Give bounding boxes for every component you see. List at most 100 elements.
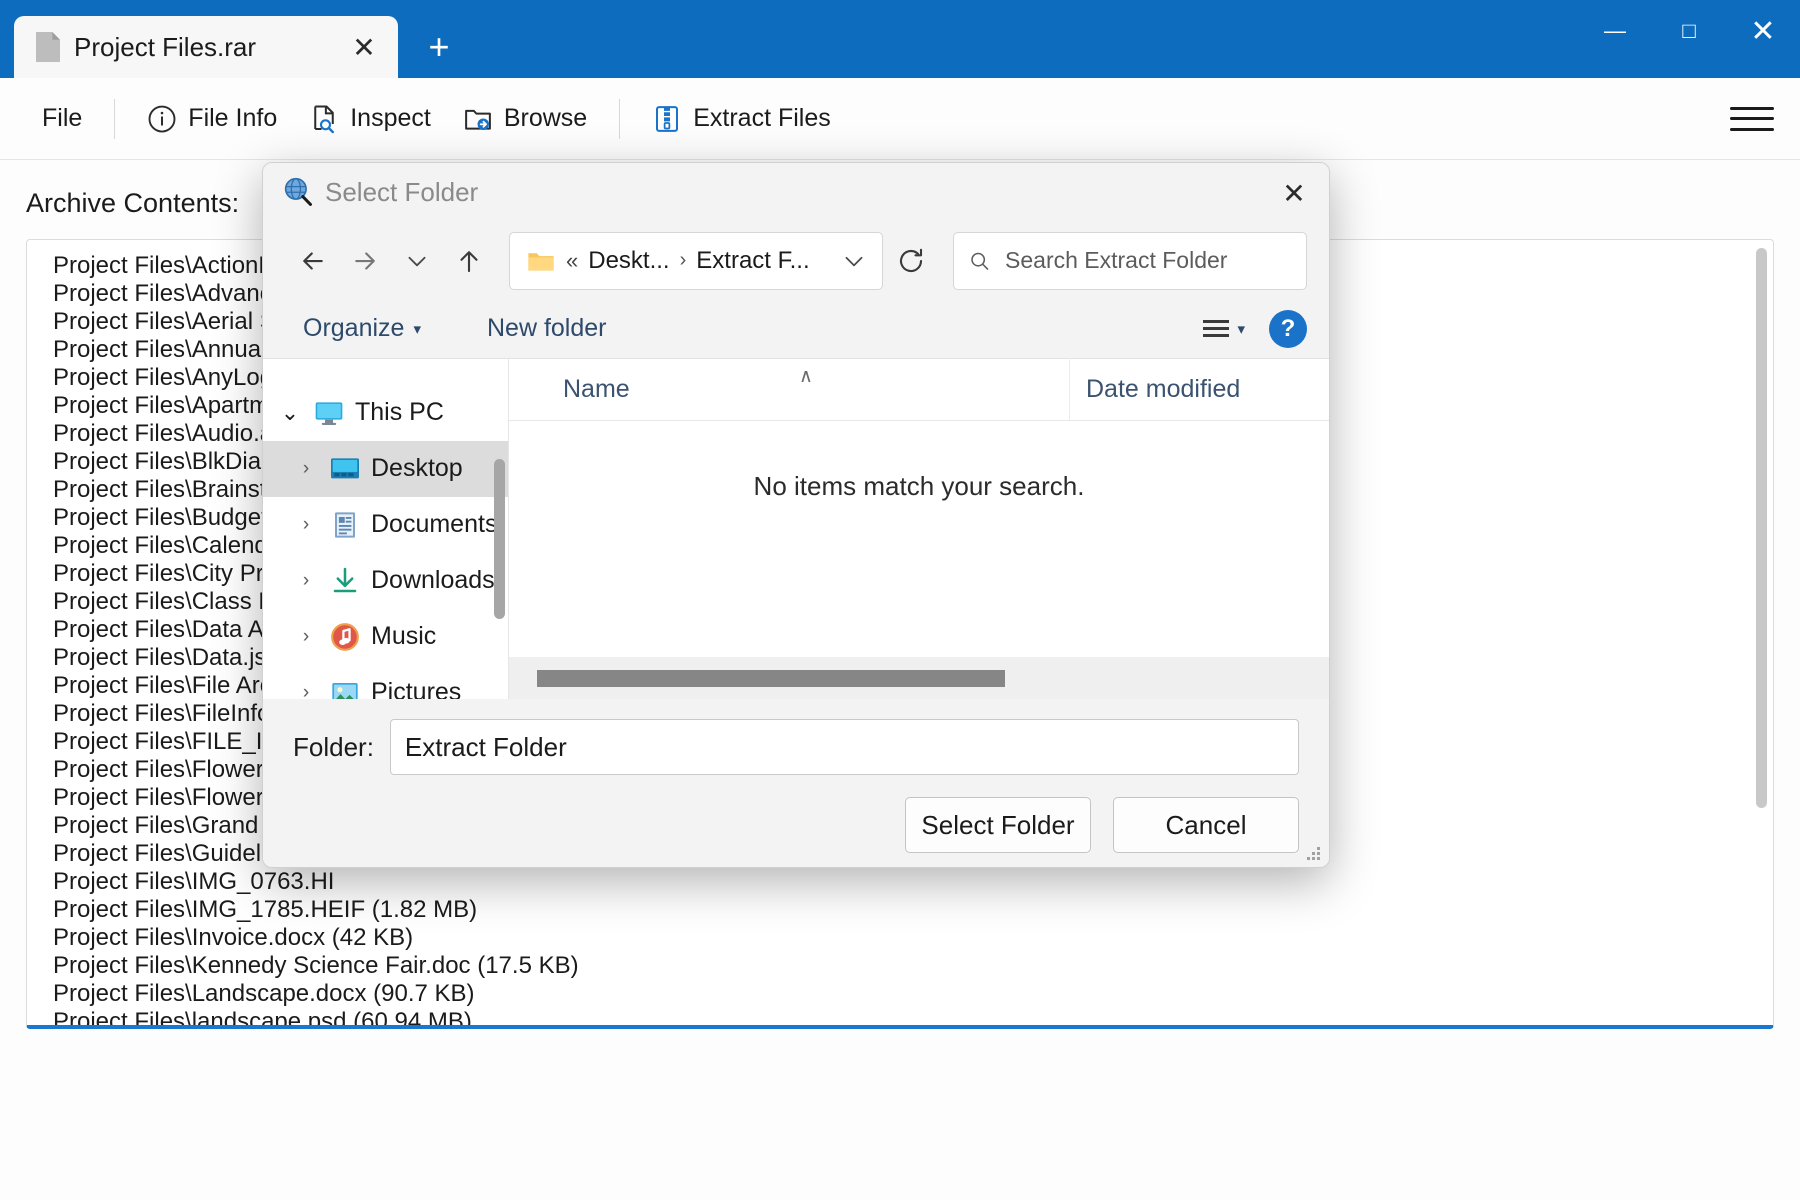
address-bar[interactable]: « Deskt... › Extract F... — [509, 231, 883, 290]
refresh-icon — [899, 248, 923, 272]
chevron-down-icon: ▾ — [1237, 320, 1245, 338]
sidebar-item-desktop[interactable]: › Desktop — [263, 440, 508, 497]
address-dropdown-button[interactable] — [832, 239, 876, 283]
chevron-right-icon[interactable]: › — [293, 626, 319, 648]
chevron-right-icon[interactable]: › — [293, 514, 319, 536]
sidebar-item-pictures[interactable]: › Pictures — [263, 665, 508, 700]
breadcrumb-separator: › — [679, 249, 687, 272]
file-info-label: File Info — [188, 104, 278, 132]
sidebar-item-label: Downloads — [371, 566, 495, 595]
chevron-right-icon[interactable]: › — [293, 458, 319, 480]
sidebar-item-downloads[interactable]: › Downloads — [263, 553, 508, 609]
arrow-left-icon — [303, 252, 323, 270]
select-folder-dialog: Select Folder ✕ « Deskt... › Extract F..… — [262, 162, 1330, 868]
breadcrumb-overflow[interactable]: « — [566, 248, 578, 274]
inspect-button[interactable]: Inspect — [293, 95, 447, 143]
sidebar-item-label: This PC — [355, 398, 444, 427]
archive-file-row[interactable]: Project Files\IMG_0763.HI — [27, 868, 1773, 896]
chevron-down-icon — [845, 256, 863, 266]
scrollbar-thumb[interactable] — [1756, 248, 1767, 808]
tab-project-files[interactable]: Project Files.rar ✕ — [14, 16, 398, 78]
extract-files-button[interactable]: Extract Files — [636, 95, 847, 143]
archive-file-row[interactable]: Project Files\Landscape.docx (90.7 KB) — [27, 980, 1773, 1008]
dialog-navigation-bar: « Deskt... › Extract F... — [263, 221, 1329, 300]
chevron-down-icon: ▾ — [413, 320, 421, 338]
file-list-scrollbar[interactable] — [1756, 248, 1767, 1020]
column-header-date-modified[interactable]: Date modified — [1069, 358, 1241, 421]
horizontal-scrollbar-thumb[interactable] — [537, 669, 1005, 687]
archive-file-row[interactable]: Project Files\landscape.psd (60.94 MB) — [27, 1008, 1773, 1025]
maximize-button[interactable]: □ — [1652, 0, 1726, 62]
cancel-button[interactable]: Cancel — [1113, 797, 1299, 854]
title-bar: Project Files.rar ✕ + — □ ✕ — [0, 0, 1800, 78]
column-date-label: Date modified — [1086, 374, 1241, 403]
search-input[interactable] — [1005, 247, 1292, 275]
file-info-button[interactable]: File Info — [131, 95, 293, 143]
window-controls: — □ ✕ — [1578, 0, 1800, 78]
main-toolbar: File File Info Inspect Browse Extract Fi… — [0, 78, 1800, 160]
recent-locations-button[interactable] — [391, 235, 443, 287]
info-icon — [148, 105, 176, 132]
search-globe-icon — [284, 177, 312, 207]
sidebar-scrollbar-thumb[interactable] — [494, 458, 505, 619]
sidebar-item-this-pc[interactable]: ⌄ This PC — [263, 385, 508, 441]
dialog-close-icon[interactable]: ✕ — [1269, 171, 1319, 215]
extract-files-label: Extract Files — [693, 104, 831, 132]
new-folder-label: New folder — [486, 314, 607, 343]
chevron-down-icon — [408, 256, 426, 267]
sidebar-item-label: Documents — [371, 510, 498, 539]
folder-label: Folder: — [293, 731, 374, 762]
minimize-button[interactable]: — — [1578, 0, 1652, 62]
browse-label: Browse — [503, 104, 588, 132]
folder-row: Folder: — [293, 719, 1299, 776]
organize-button[interactable]: Organize ▾ — [291, 308, 433, 349]
folder-name-input[interactable] — [389, 719, 1299, 776]
file-icon — [36, 32, 60, 62]
chevron-down-icon[interactable]: ⌄ — [277, 400, 303, 426]
sidebar-item-documents[interactable]: › Documents — [263, 497, 508, 553]
monitor-icon — [313, 397, 345, 429]
column-header-name[interactable]: ∧ Name — [509, 366, 1069, 404]
extract-icon — [656, 105, 679, 132]
breadcrumb-item-extract-folder[interactable]: Extract F... — [696, 247, 809, 275]
forward-button[interactable] — [339, 235, 391, 287]
view-options-button[interactable]: ▾ — [1195, 314, 1253, 344]
pictures-icon — [329, 677, 361, 700]
browse-folder-icon — [464, 109, 491, 130]
new-tab-button[interactable]: + — [416, 24, 462, 70]
close-window-button[interactable]: ✕ — [1726, 0, 1800, 62]
up-button[interactable] — [443, 235, 495, 287]
sidebar-item-label: Desktop — [371, 454, 463, 483]
tab-close-icon[interactable]: ✕ — [344, 27, 384, 67]
sidebar-item-music[interactable]: › Music — [263, 609, 508, 665]
search-box[interactable] — [953, 231, 1307, 290]
command-bar-right: ▾ ? — [1195, 309, 1307, 348]
arrow-up-icon — [460, 250, 478, 272]
browse-button[interactable]: Browse — [447, 95, 603, 143]
navigation-pane[interactable]: ⌄ This PC › Desktop › Documents › Downloads › Mus… — [263, 358, 509, 700]
help-button[interactable]: ? — [1269, 309, 1307, 348]
archive-file-row[interactable]: Project Files\Kennedy Science Fair.doc (… — [27, 952, 1773, 980]
tab-title: Project Files.rar — [74, 31, 257, 62]
select-folder-button[interactable]: Select Folder — [905, 797, 1091, 854]
dialog-footer: Folder: Select Folder Cancel — [263, 699, 1329, 867]
dialog-body: ⌄ This PC › Desktop › Documents › Downloads › Mus… — [263, 358, 1329, 700]
archive-file-row[interactable]: Project Files\Invoice.docx (42 KB) — [27, 924, 1773, 952]
toolbar-separator — [114, 98, 116, 139]
dialog-buttons: Select Folder Cancel — [293, 797, 1299, 867]
breadcrumb-item-desktop[interactable]: Deskt... — [588, 247, 669, 275]
resize-grip[interactable] — [1307, 847, 1321, 861]
folder-icon — [528, 252, 554, 271]
back-button[interactable] — [287, 235, 339, 287]
chevron-right-icon[interactable]: › — [293, 682, 319, 699]
documents-icon — [329, 509, 361, 541]
horizontal-scrollbar[interactable] — [509, 657, 1329, 700]
file-menu-button[interactable]: File — [26, 95, 98, 142]
menu-hamburger-icon[interactable] — [1730, 102, 1774, 136]
chevron-right-icon[interactable]: › — [293, 570, 319, 592]
refresh-button[interactable] — [885, 235, 937, 287]
file-menu-label: File — [42, 104, 83, 132]
new-folder-button[interactable]: New folder — [475, 308, 619, 349]
archive-file-row[interactable]: Project Files\IMG_1785.HEIF (1.82 MB) — [27, 896, 1773, 924]
column-headers: ∧ Name Date modified — [509, 358, 1329, 421]
